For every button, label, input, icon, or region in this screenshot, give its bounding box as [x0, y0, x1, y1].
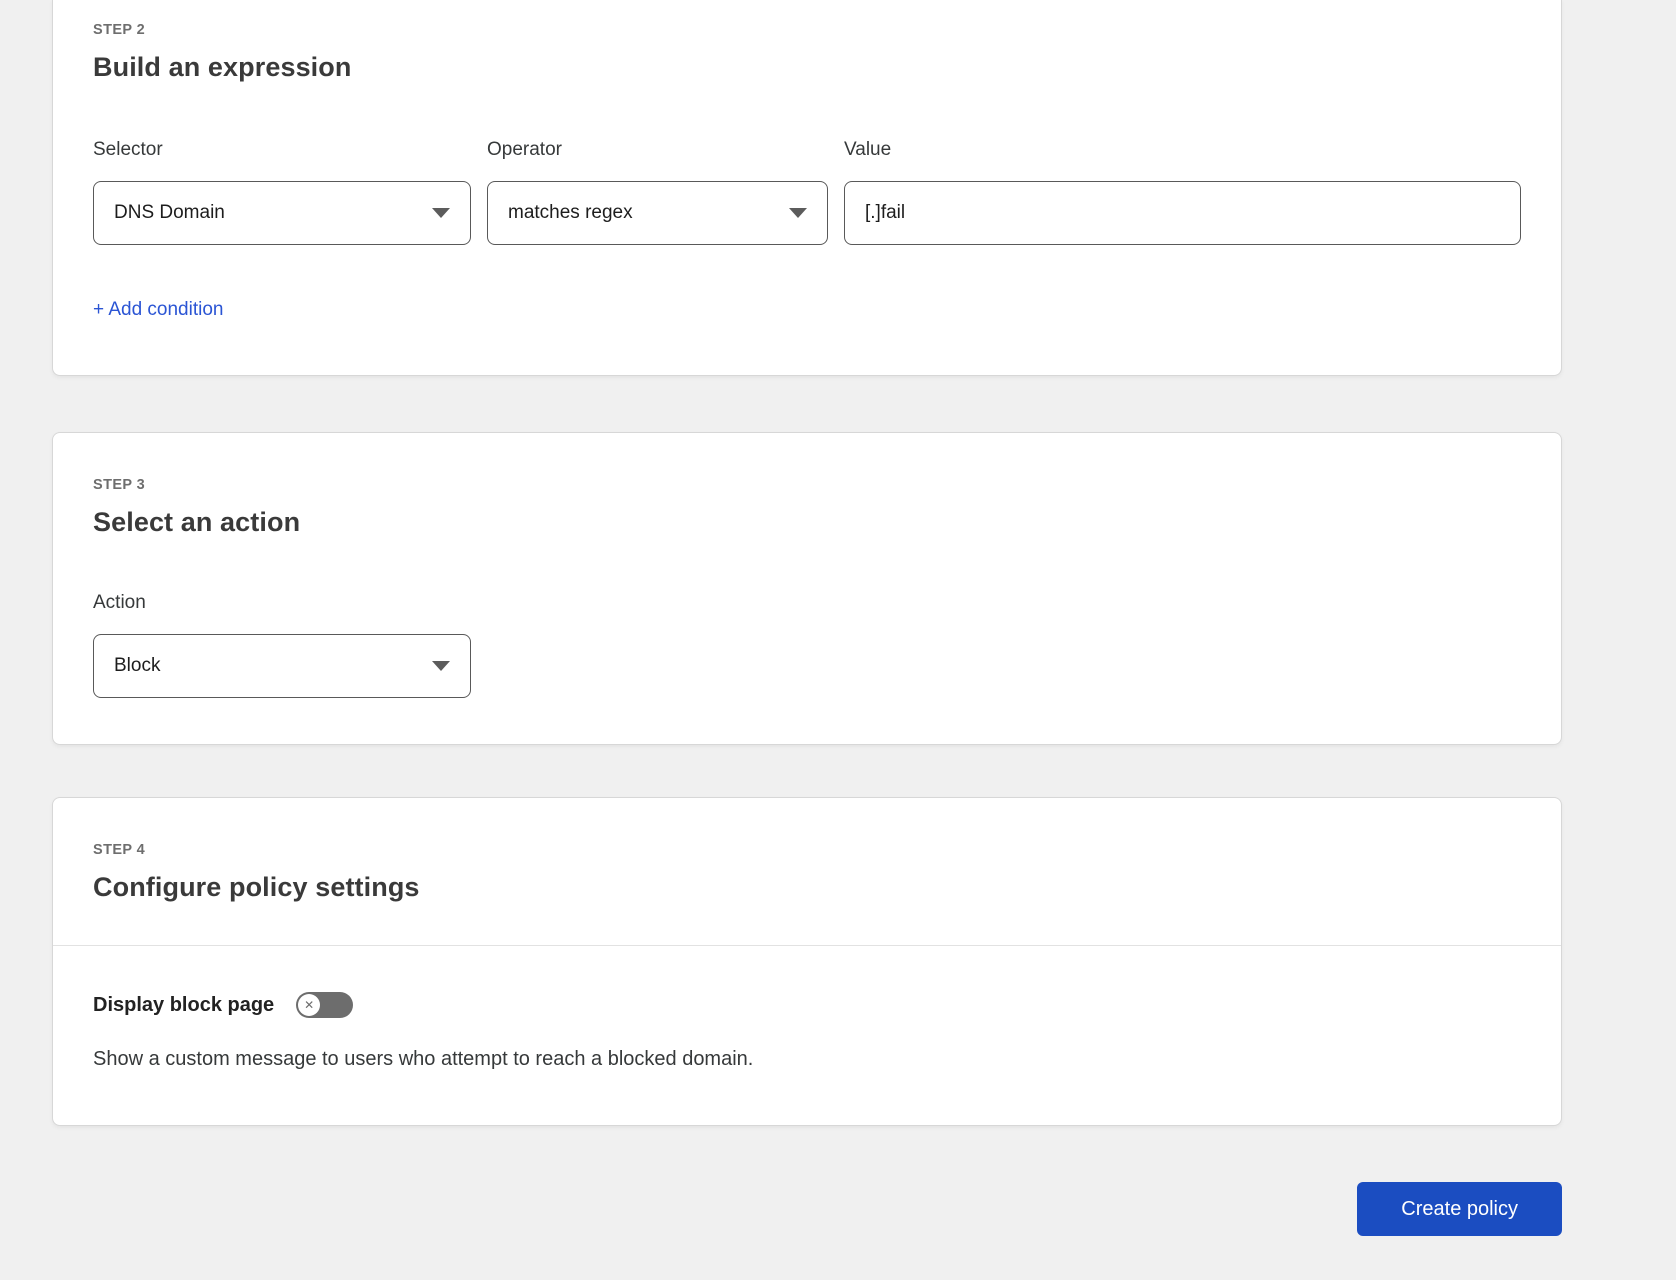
selector-select-value: DNS Domain: [114, 202, 225, 223]
step4-eyebrow: STEP 4: [93, 842, 146, 858]
step3-eyebrow: STEP 3: [93, 477, 146, 493]
add-condition-link[interactable]: + Add condition: [93, 299, 223, 321]
display-block-page-row: Display block page ✕: [93, 992, 1521, 1018]
value-input-wrap: [844, 181, 1521, 245]
policy-form: STEP 2 Build an expression Selector DNS …: [52, 0, 1562, 1236]
form-footer: Create policy: [52, 1182, 1562, 1236]
selector-select[interactable]: DNS Domain: [93, 181, 471, 245]
chevron-down-icon: [432, 208, 450, 218]
selector-field: Selector DNS Domain: [93, 139, 471, 245]
block-page-description: Show a custom message to users who attem…: [93, 1048, 754, 1070]
create-policy-button[interactable]: Create policy: [1357, 1182, 1562, 1236]
selector-label: Selector: [93, 139, 163, 160]
action-label: Action: [93, 592, 146, 613]
value-input[interactable]: [865, 202, 1500, 224]
toggle-off-x-icon: ✕: [298, 994, 321, 1016]
operator-field: Operator matches regex: [487, 139, 828, 245]
chevron-down-icon: [432, 661, 450, 671]
operator-select[interactable]: matches regex: [487, 181, 828, 245]
policy-settings-section: Display block page ✕ Show a custom messa…: [53, 945, 1561, 1125]
step3-card: STEP 3 Select an action Action Block: [52, 432, 1562, 745]
action-select-value: Block: [114, 655, 161, 676]
operator-select-value: matches regex: [508, 202, 633, 223]
action-select[interactable]: Block: [93, 634, 471, 698]
step2-card: STEP 2 Build an expression Selector DNS …: [52, 0, 1562, 376]
display-block-page-label: Display block page: [93, 993, 275, 1016]
expression-row: Selector DNS Domain Operator matches reg…: [93, 139, 1521, 245]
action-field: Action Block: [93, 592, 471, 698]
step4-title: Configure policy settings: [93, 872, 420, 902]
step4-header: STEP 4 Configure policy settings: [53, 798, 1561, 945]
step2-eyebrow: STEP 2: [93, 22, 146, 38]
step3-title: Select an action: [93, 507, 301, 537]
display-block-page-toggle[interactable]: ✕: [296, 992, 354, 1018]
value-label: Value: [844, 139, 892, 160]
chevron-down-icon: [789, 208, 807, 218]
operator-label: Operator: [487, 139, 562, 160]
value-field: Value: [844, 139, 1521, 245]
step4-card: STEP 4 Configure policy settings Display…: [52, 797, 1562, 1126]
step2-title: Build an expression: [93, 52, 352, 82]
